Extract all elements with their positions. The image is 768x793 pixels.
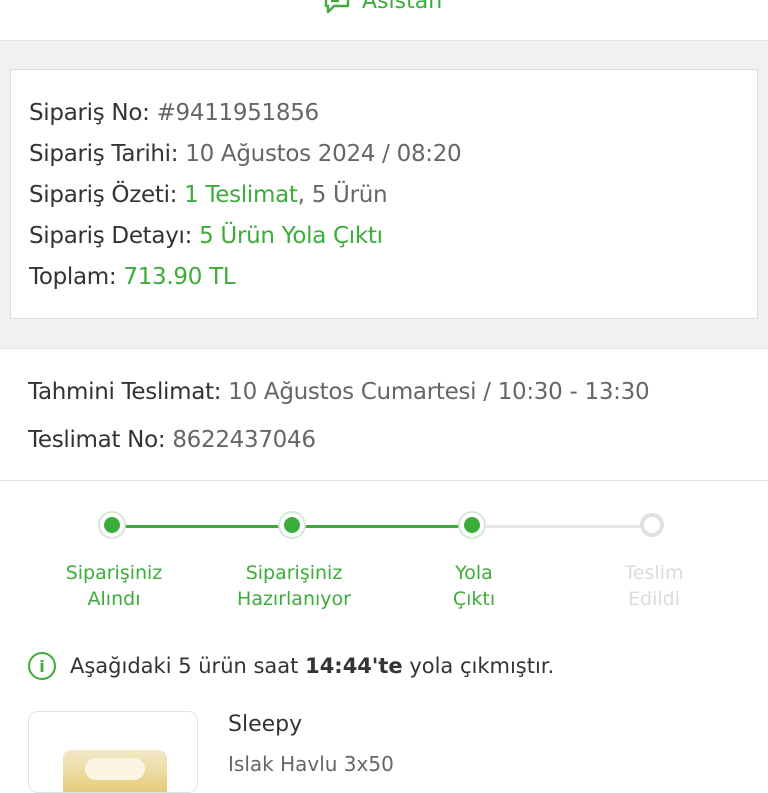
estimated-delivery-row: Tahmini Teslimat: 10 Ağustos Cumartesi /… (28, 379, 650, 405)
estimated-delivery-label: Tahmini Teslimat: (28, 379, 222, 405)
product-brand: Sleepy (228, 712, 303, 737)
product-image (63, 750, 167, 792)
delivery-info-card: Tahmini Teslimat: 10 Ağustos Cumartesi /… (0, 348, 768, 481)
progress-line-pending (474, 525, 654, 528)
step-preparing-line2: Hazırlanıyor (237, 588, 351, 610)
order-no-row: Sipariş No: #9411951856 (29, 100, 319, 126)
order-summary-card: Sipariş No: #9411951856 Sipariş Tarihi: … (10, 69, 758, 319)
step-label-delivered: Teslim Edildi (579, 560, 729, 612)
step-shipped-line1: Yola (455, 562, 493, 584)
order-total-value: 713.90 TL (123, 264, 236, 290)
step-shipped-line2: Çıktı (452, 588, 496, 610)
info-icon: i (28, 652, 56, 680)
step-dot-shipped (460, 513, 484, 537)
delivery-no-label: Teslimat No: (28, 427, 166, 453)
order-deliveries-link[interactable]: 1 Teslimat (184, 182, 298, 208)
step-label-shipped: Yola Çıktı (399, 560, 549, 612)
assistant-button[interactable]: Asistan (322, 0, 442, 16)
step-preparing-line1: Siparişiniz (245, 562, 343, 584)
notice-text: Aşağıdaki 5 ürün saat 14:44'te yola çıkm… (70, 654, 554, 678)
order-no-label: Sipariş No: (29, 100, 150, 126)
delivery-no-value: 8622437046 (172, 427, 316, 453)
notice-text-before: Aşağıdaki 5 ürün saat (70, 654, 306, 678)
order-date-label: Sipariş Tarihi: (29, 141, 179, 167)
assistant-label: Asistan (362, 0, 443, 14)
order-date-value: 10 Ağustos 2024 / 08:20 (185, 141, 462, 167)
step-label-received: Siparişiniz Alındı (39, 560, 189, 612)
order-detail-row: Sipariş Detayı: 5 Ürün Yola Çıktı (29, 223, 383, 249)
notice-time: 14:44'te (305, 654, 403, 678)
step-dot-delivered (640, 513, 664, 537)
shipment-notice: i Aşağıdaki 5 ürün saat 14:44'te yola çı… (28, 652, 554, 680)
product-thumbnail[interactable] (28, 711, 198, 793)
step-label-preparing: Siparişiniz Hazırlanıyor (219, 560, 369, 612)
order-detail-label: Sipariş Detayı: (29, 223, 193, 249)
notice-text-after: yola çıkmıştır. (402, 654, 555, 678)
step-delivered-line1: Teslim (624, 562, 684, 584)
order-total-label: Toplam: (29, 264, 117, 290)
chat-bubble-icon (324, 0, 350, 14)
step-dot-received (100, 513, 124, 537)
order-summary-row: Sipariş Özeti: 1 Teslimat, 5 Ürün (29, 182, 388, 208)
order-total-row: Toplam: 713.90 TL (29, 264, 236, 290)
order-summary-separator: , (297, 182, 305, 208)
order-detail-value[interactable]: 5 Ürün Yola Çıktı (199, 223, 383, 249)
step-received-line1: Siparişiniz (65, 562, 163, 584)
step-dot-preparing (280, 513, 304, 537)
order-no-value: #9411951856 (156, 100, 320, 126)
step-delivered-line2: Edildi (628, 588, 680, 610)
product-name[interactable]: Islak Havlu 3x50 (228, 752, 394, 776)
delivery-no-row: Teslimat No: 8622437046 (28, 427, 316, 453)
top-bar: Asistan (0, 0, 768, 41)
order-summary-label: Sipariş Özeti: (29, 182, 178, 208)
estimated-delivery-value: 10 Ağustos Cumartesi / 10:30 - 13:30 (228, 379, 650, 405)
step-received-line2: Alındı (87, 588, 141, 610)
order-date-row: Sipariş Tarihi: 10 Ağustos 2024 / 08:20 (29, 141, 462, 167)
order-products-count: 5 Ürün (311, 182, 388, 208)
